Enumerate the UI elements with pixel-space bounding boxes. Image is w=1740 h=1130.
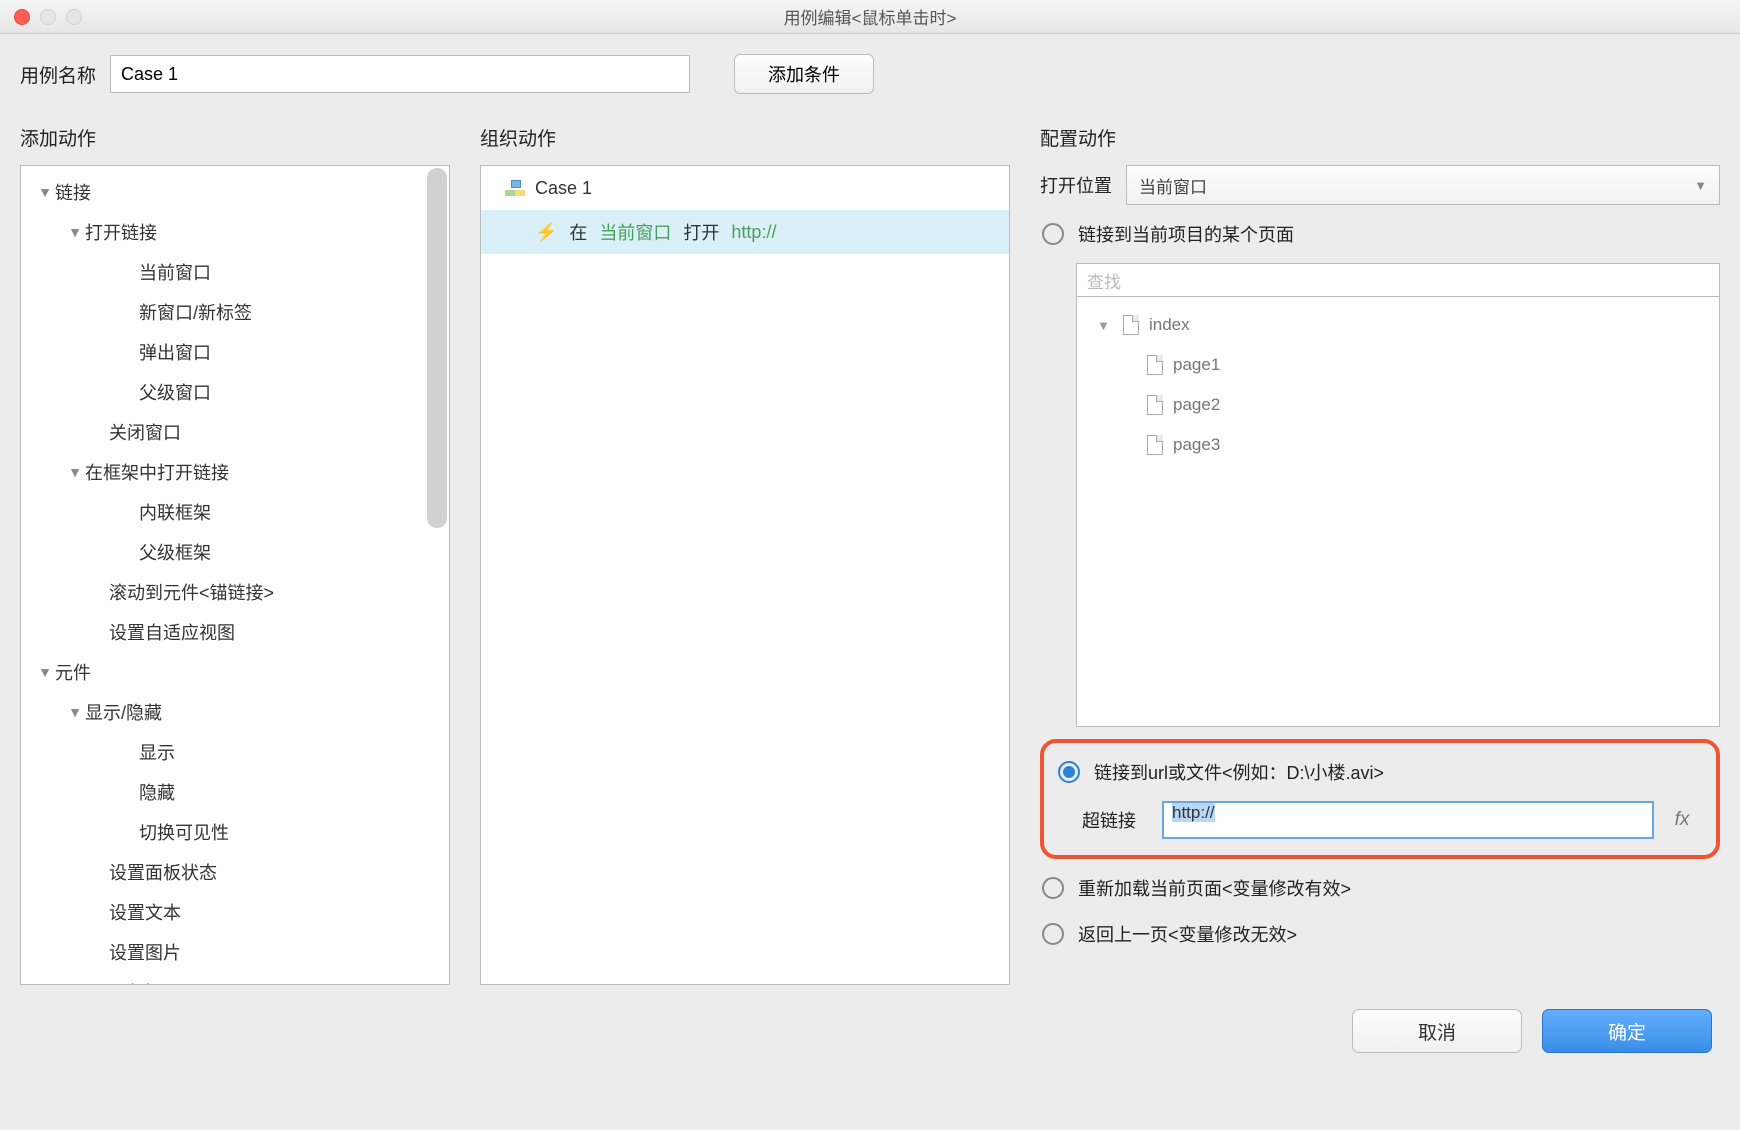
radio-checked-icon [1058, 761, 1080, 783]
open-in-value: 当前窗口 [1139, 173, 1207, 198]
organize-panel: Case 1 ⚡ 在 当前窗口 打开 http:// [480, 165, 1010, 985]
organize-header: 组织动作 [480, 124, 1010, 151]
option-link-url[interactable]: 链接到url或文件<例如：D:\小楼.avi> [1056, 755, 1700, 789]
page-page1[interactable]: page1 [1077, 345, 1719, 385]
ok-button[interactable]: 确定 [1542, 1009, 1712, 1053]
page-icon [1147, 435, 1163, 455]
case-name-row: 用例名称 添加条件 [20, 54, 1720, 94]
case-label: Case 1 [535, 178, 592, 199]
case-node[interactable]: Case 1 [481, 166, 1009, 210]
tree-popup-window[interactable]: 弹出窗口 [21, 332, 449, 372]
tree-show[interactable]: 显示 [21, 732, 449, 772]
page-icon [1123, 315, 1139, 335]
open-in-row: 打开位置 当前窗口 ▼ [1040, 165, 1720, 205]
page-icon [1147, 395, 1163, 415]
page-search-input[interactable]: 查找 [1076, 263, 1720, 297]
add-condition-button[interactable]: 添加条件 [734, 54, 874, 94]
tree-new-window[interactable]: 新窗口/新标签 [21, 292, 449, 332]
tree-open-in-frame[interactable]: 在框架中打开链接 [21, 452, 449, 492]
action-tree-panel: 链接 打开链接 当前窗口 新窗口/新标签 弹出窗口 父级窗口 关闭窗口 在框架中… [20, 165, 450, 985]
page-tree: ▼index page1 page2 page3 [1076, 297, 1720, 727]
titlebar: 用例编辑<鼠标单击时> [0, 0, 1740, 34]
tree-parent-frame[interactable]: 父级框架 [21, 532, 449, 572]
tree-group-links[interactable]: 链接 [21, 172, 449, 212]
page-tree-box: 查找 ▼index page1 page2 page3 [1076, 263, 1720, 727]
cancel-button[interactable]: 取消 [1352, 1009, 1522, 1053]
option-reload[interactable]: 重新加载当前页面<变量修改有效> [1040, 871, 1720, 905]
hyperlink-input[interactable]: http:// [1162, 801, 1654, 839]
window-title: 用例编辑<鼠标单击时> [0, 4, 1740, 29]
tree-inline-frame[interactable]: 内联框架 [21, 492, 449, 532]
hyperlink-label: 超链接 [1082, 807, 1152, 833]
option-link-page[interactable]: 链接到当前项目的某个页面 [1040, 217, 1720, 251]
url-option-highlight: 链接到url或文件<例如：D:\小楼.avi> 超链接 http:// fx [1040, 739, 1720, 859]
page-page2[interactable]: page2 [1077, 385, 1719, 425]
tree-set-image[interactable]: 设置图片 [21, 932, 449, 972]
tree-adaptive-view[interactable]: 设置自适应视图 [21, 612, 449, 652]
open-in-select[interactable]: 当前窗口 ▼ [1126, 165, 1720, 205]
sitemap-icon [505, 180, 525, 196]
tree-show-hide[interactable]: 显示/隐藏 [21, 692, 449, 732]
page-page3[interactable]: page3 [1077, 425, 1719, 465]
page-icon [1147, 355, 1163, 375]
radio-icon [1042, 223, 1064, 245]
add-action-header: 添加动作 [20, 124, 450, 151]
bolt-icon: ⚡ [535, 222, 557, 243]
configure-header: 配置动作 [1040, 124, 1720, 151]
tree-toggle-vis[interactable]: 切换可见性 [21, 812, 449, 852]
chevron-down-icon: ▼ [1694, 178, 1707, 193]
page-index[interactable]: ▼index [1077, 305, 1719, 345]
option-back[interactable]: 返回上一页<变量修改无效> [1040, 917, 1720, 951]
radio-icon [1042, 923, 1064, 945]
tree-panel-state[interactable]: 设置面板状态 [21, 852, 449, 892]
tree-set-text[interactable]: 设置文本 [21, 892, 449, 932]
tree-scroll-anchor[interactable]: 滚动到元件<锚链接> [21, 572, 449, 612]
scrollbar[interactable] [427, 168, 447, 528]
tree-set-selected[interactable]: 设置选中 [21, 972, 449, 985]
tree-parent-window[interactable]: 父级窗口 [21, 372, 449, 412]
case-name-input[interactable] [110, 55, 690, 93]
tree-current-window[interactable]: 当前窗口 [21, 252, 449, 292]
action-node[interactable]: ⚡ 在 当前窗口 打开 http:// [481, 210, 1009, 254]
case-name-label: 用例名称 [20, 61, 96, 88]
dialog-footer: 取消 确定 [0, 985, 1740, 1077]
fx-button[interactable]: fx [1664, 801, 1700, 839]
open-in-label: 打开位置 [1040, 172, 1112, 198]
tree-open-link[interactable]: 打开链接 [21, 212, 449, 252]
radio-icon [1042, 877, 1064, 899]
tree-hide[interactable]: 隐藏 [21, 772, 449, 812]
tree-group-widgets[interactable]: 元件 [21, 652, 449, 692]
tree-close-window[interactable]: 关闭窗口 [21, 412, 449, 452]
